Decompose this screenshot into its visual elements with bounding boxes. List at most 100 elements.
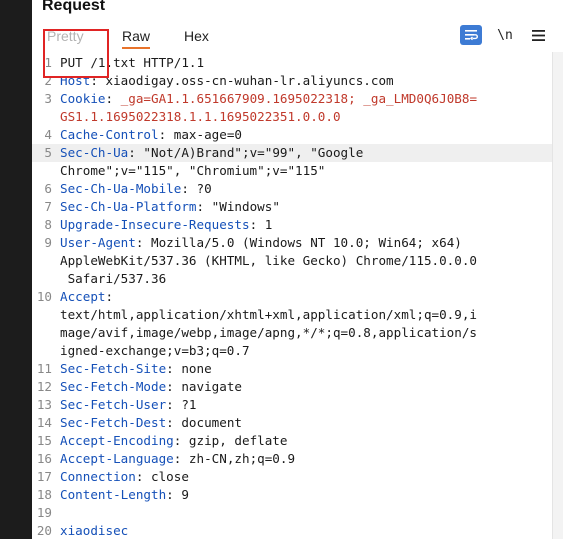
line-number: 12 [36,379,52,394]
editor-line[interactable]: 13 Sec-Fetch-User: ?1 [32,396,553,414]
header-value: "Not/A)Brand";v="99", "Google [143,145,364,160]
editor-line[interactable]: 12 Sec-Fetch-Mode: navigate [32,378,553,396]
header-value: max-age=0 [173,127,242,142]
header-name: Sec-Fetch-User [60,397,167,412]
editor-line[interactable]: 14 Sec-Fetch-Dest: document [32,414,553,432]
header-value: document [181,415,242,430]
header-value: zh-CN,zh;q=0.9 [188,451,296,466]
header-value: none [181,361,212,376]
header-name: Upgrade-Insecure-Requests [60,217,250,232]
line-number: 1 [44,55,52,70]
header-separator: : [196,199,212,214]
editor-line[interactable]: GS1.1.1695022318.1.1.1695022351.0.0.0 [32,108,553,126]
word-wrap-button[interactable] [460,25,482,45]
header-separator: : [249,217,265,232]
line-code: xiaodisec [60,522,128,539]
tab-hex[interactable]: Hex [184,28,209,44]
line-code: Cookie: _ga=GA1.1.651667909.1695022318; … [60,90,477,108]
line-number: 11 [36,361,52,376]
tab-raw[interactable]: Raw [122,28,151,49]
line-number: 9 [44,235,52,250]
editor-line[interactable]: 3 Cookie: _ga=GA1.1.651667909.1695022318;… [32,90,553,108]
line-code: Sec-Fetch-Mode: navigate [60,378,242,396]
line-code: Connection: close [60,468,189,486]
editor-line[interactable]: text/html,application/xhtml+xml,applicat… [32,306,553,324]
editor-line[interactable]: 10 Accept: [32,288,553,306]
request-panel: Request Pretty Raw Hex \n 1 PUT /1.txt HT… [32,0,563,539]
line-code: mage/avif,image/webp,image/apng,*/*;q=0.… [60,324,477,342]
tab-pretty[interactable]: Pretty [47,28,84,44]
line-code: Chrome";v="115", "Chromium";v="115" [60,162,325,180]
header-separator: : [166,379,182,394]
header-name: Sec-Ch-Ua [60,145,129,160]
header-separator: : [173,433,189,448]
editor-line[interactable]: Chrome";v="115", "Chromium";v="115" [32,162,553,180]
line-code: Safari/537.36 [60,270,167,288]
raw-request-editor[interactable]: 1 PUT /1.txt HTTP/1.1 2 Host: xiaodigay.oss… [32,54,553,539]
header-separator: : [166,361,182,376]
editor-line[interactable]: 9 User-Agent: Mozilla/5.0 (Windows NT 10.… [32,234,553,252]
line-code: Upgrade-Insecure-Requests: 1 [60,216,272,234]
line-code: Sec-Fetch-Dest: document [60,414,242,432]
line-number: 14 [36,415,52,430]
panel-title: Request [42,0,106,14]
line-number: 10 [36,289,52,304]
line-number: 7 [44,199,52,214]
line-text: PUT /1.txt HTTP/1.1 [60,55,205,70]
line-number: 19 [36,505,52,520]
header-value: ?0 [196,181,212,196]
editor-line[interactable]: 11 Sec-Fetch-Site: none [32,360,553,378]
cookie-value: _ga=GA1.1.651667909.1695022318; _ga_LMD0… [120,91,478,106]
header-value: xiaodigay.oss-cn-wuhan-lr.aliyuncs.com [105,73,394,88]
editor-line[interactable]: 15 Accept-Encoding: gzip, deflate [32,432,553,450]
line-code: Accept-Encoding: gzip, deflate [60,432,287,450]
line-number: 17 [36,469,52,484]
editor-line[interactable]: 20 xiaodisec [32,522,553,539]
line-code: GS1.1.1695022318.1.1.1695022351.0.0.0 [60,108,341,126]
header-name: Connection [60,469,136,484]
line-text: mage/avif,image/webp,image/apng,*/*;q=0.… [60,325,478,340]
line-code: Host: xiaodigay.oss-cn-wuhan-lr.aliyuncs… [60,72,394,90]
editor-line[interactable]: 8 Upgrade-Insecure-Requests: 1 [32,216,553,234]
vertical-scrollbar[interactable] [552,52,563,539]
line-number: 18 [36,487,52,502]
line-code: Cache-Control: max-age=0 [60,126,242,144]
header-name: User-Agent [60,235,136,250]
header-name: Cache-Control [60,127,159,142]
editor-line[interactable]: 17 Connection: close [32,468,553,486]
header-name: Sec-Ch-Ua-Platform [60,199,197,214]
header-name: Host [60,73,91,88]
header-name: Accept-Encoding [60,433,174,448]
line-code: igned-exchange;v=b3;q=0.7 [60,342,250,360]
header-value: Mozilla/5.0 (Windows NT 10.0; Win64; x64… [151,235,462,250]
editor-line[interactable]: 1 PUT /1.txt HTTP/1.1 [32,54,553,72]
editor-line[interactable]: AppleWebKit/537.36 (KHTML, like Gecko) C… [32,252,553,270]
line-code: User-Agent: Mozilla/5.0 (Windows NT 10.0… [60,234,462,252]
line-number: 5 [44,145,52,160]
editor-line[interactable]: 2 Host: xiaodigay.oss-cn-wuhan-lr.aliyunc… [32,72,553,90]
header-value: ?1 [181,397,197,412]
show-newlines-button[interactable]: \n [494,25,516,45]
line-number: 2 [44,73,52,88]
cookie-value: GS1.1.1695022318.1.1.1695022351.0.0.0 [60,109,341,124]
panel-menu-button[interactable] [527,25,549,45]
editor-line[interactable]: 4 Cache-Control: max-age=0 [32,126,553,144]
header-separator: : [105,91,121,106]
editor-line[interactable]: 16 Accept-Language: zh-CN,zh;q=0.9 [32,450,553,468]
line-code: Sec-Ch-Ua: "Not/A)Brand";v="99", "Google [60,144,363,162]
editor-line[interactable]: 7 Sec-Ch-Ua-Platform: "Windows" [32,198,553,216]
line-code: Content-Length: 9 [60,486,189,504]
header-name: Sec-Ch-Ua-Mobile [60,181,182,196]
editor-line[interactable]: 18 Content-Length: 9 [32,486,553,504]
line-code: text/html,application/xhtml+xml,applicat… [60,306,477,324]
header-separator: : [166,415,182,430]
editor-line[interactable]: 19 [32,504,553,522]
editor-line[interactable]: igned-exchange;v=b3;q=0.7 [32,342,553,360]
editor-line[interactable]: Safari/537.36 [32,270,553,288]
editor-line[interactable]: mage/avif,image/webp,image/apng,*/*;q=0.… [32,324,553,342]
editor-line[interactable]: 6 Sec-Ch-Ua-Mobile: ?0 [32,180,553,198]
line-code: Accept-Language: zh-CN,zh;q=0.9 [60,450,295,468]
editor-line[interactable]: 5 Sec-Ch-Ua: "Not/A)Brand";v="99", "Googl… [32,144,553,162]
line-number: 8 [44,217,52,232]
line-code: Sec-Ch-Ua-Mobile: ?0 [60,180,212,198]
